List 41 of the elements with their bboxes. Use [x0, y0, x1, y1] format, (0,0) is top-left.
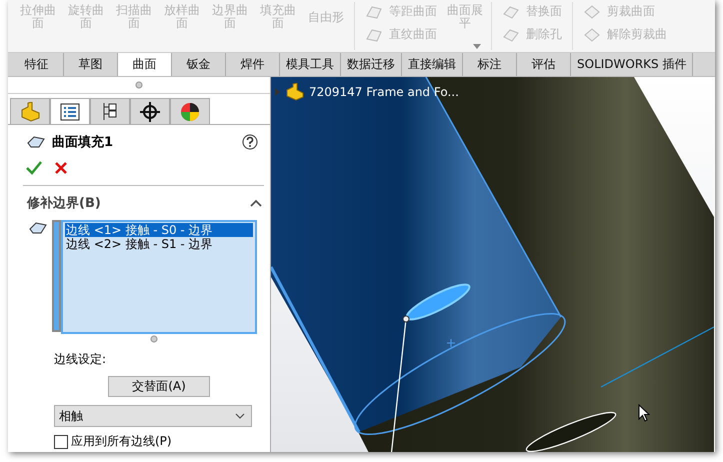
fill-surface-icon	[26, 134, 46, 150]
part-icon	[19, 102, 41, 122]
edge-settings-label: 边线设定:	[53, 351, 108, 368]
tree-icon	[101, 102, 119, 122]
mouse-cursor-icon	[638, 404, 650, 422]
chevron-down-icon	[235, 413, 245, 419]
surface-icon	[502, 26, 520, 42]
alternate-face-button[interactable]: 交替面(A)	[108, 376, 210, 397]
ok-icon[interactable]	[26, 161, 42, 175]
surface-icon	[365, 4, 383, 20]
collapse-icon[interactable]	[250, 199, 262, 207]
edge-icon	[28, 220, 48, 236]
section-title: 修补边界(B)	[27, 194, 101, 212]
surface-icon	[365, 26, 383, 42]
part-icon	[285, 83, 305, 101]
surface-icon	[583, 26, 601, 42]
help-icon[interactable]	[242, 134, 258, 150]
boundary-list[interactable]: 边线 <1> 接触 - S0 - 边界 边线 <2> 接触 - S1 - 边界	[61, 220, 257, 334]
panel-tab[interactable]	[130, 98, 170, 124]
dropdown-value: 相触	[59, 408, 83, 424]
panel-tab[interactable]	[170, 98, 210, 124]
color-ball-icon	[180, 102, 200, 122]
panel-tab[interactable]	[90, 98, 130, 124]
panel-tab[interactable]	[50, 98, 90, 124]
grip-icon[interactable]	[150, 335, 158, 343]
crosshair-icon	[140, 102, 160, 122]
tree-item-label: 7209147 Frame and Fo...	[309, 85, 459, 99]
apply-all-checkbox[interactable]: 应用到所有边线(P)	[54, 433, 270, 450]
surface-icon	[502, 4, 520, 20]
checkbox-label: 应用到所有边线(P)	[71, 433, 172, 450]
tree-item[interactable]: 7209147 Frame and Fo...	[275, 83, 459, 101]
curvature-dropdown[interactable]: 相触	[54, 405, 252, 427]
feature-title: 曲面填充1	[52, 134, 114, 151]
cancel-icon[interactable]	[54, 161, 68, 175]
surface-icon	[583, 4, 601, 20]
grip-icon[interactable]	[135, 81, 143, 89]
list-icon	[60, 102, 80, 120]
ribbon-tab[interactable]: 曲面	[118, 53, 172, 76]
boundary-item[interactable]: 边线 <2> 接触 - S1 - 边界	[65, 237, 253, 251]
checkbox-box[interactable]	[54, 434, 68, 448]
boundary-item[interactable]: 边线 <1> 接触 - S0 - 边界	[65, 223, 253, 237]
